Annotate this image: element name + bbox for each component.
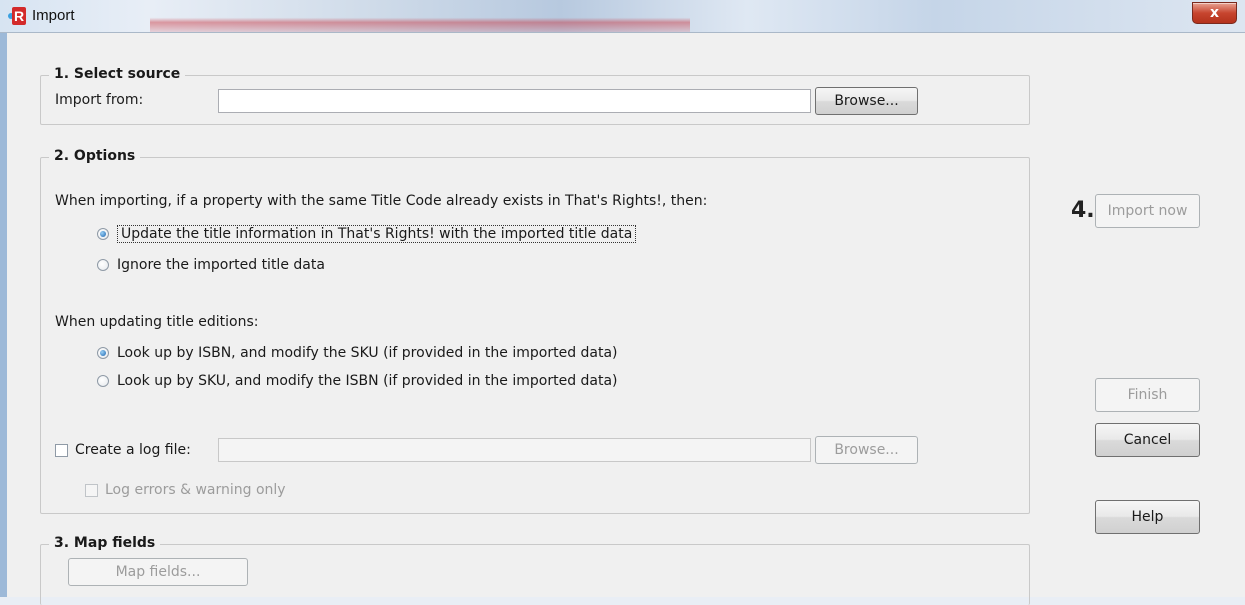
radio-lookup-isbn[interactable]: Look up by ISBN, and modify the SKU (if … [97,345,618,361]
title-bar-decoration [150,0,690,32]
cancel-button[interactable]: Cancel [1095,423,1200,457]
radio-lookup-sku-label: Look up by SKU, and modify the ISBN (if … [117,373,618,389]
log-errors-box[interactable] [85,483,98,497]
radio-lookup-sku[interactable]: Look up by SKU, and modify the ISBN (if … [97,373,618,389]
close-button[interactable]: x [1192,2,1237,24]
log-errors-label: Log errors & warning only [105,482,286,498]
radio-ignore-title[interactable]: Ignore the imported title data [97,257,325,273]
create-log-file-label: Create a log file: [75,442,191,458]
step-four-label: 4. [1071,198,1095,223]
import-now-button[interactable]: Import now [1095,194,1200,228]
duplicate-title-question: When importing, if a property with the s… [55,193,708,209]
app-logo-icon: R [8,7,26,25]
log-errors-checkbox[interactable]: Log errors & warning only [85,482,286,498]
editions-label: When updating title editions: [55,314,259,330]
window-title: Import [32,7,75,24]
radio-lookup-isbn-label: Look up by ISBN, and modify the SKU (if … [117,345,618,361]
map-fields-heading: 3. Map fields [49,535,161,551]
select-source-group: 1. Select source Import from: Browse... [40,66,1030,125]
import-from-input[interactable] [218,89,811,113]
close-icon: x [1209,5,1220,21]
options-group: 2. Options When importing, if a property… [40,148,1030,514]
import-dialog: R Import x 1. Select source Import from:… [0,0,1245,605]
import-from-label: Import from: [55,92,144,108]
radio-update-title[interactable]: Update the title information in That's R… [97,225,637,243]
radio-lookup-sku-button[interactable] [97,375,109,387]
title-bar: R Import x [0,0,1245,33]
radio-ignore-title-label: Ignore the imported title data [117,257,325,273]
map-fields-button[interactable]: Map fields... [68,558,248,586]
radio-update-title-button[interactable] [97,228,109,240]
app-logo-letter: R [12,7,26,25]
options-heading: 2. Options [49,148,141,164]
finish-button[interactable]: Finish [1095,378,1200,412]
map-fields-group: 3. Map fields Map fields... [40,535,1030,605]
radio-update-title-label: Update the title information in That's R… [117,225,637,243]
log-file-input[interactable] [218,438,811,462]
radio-ignore-title-button[interactable] [97,259,109,271]
select-source-heading: 1. Select source [49,66,186,82]
browse-source-button[interactable]: Browse... [815,87,918,115]
radio-lookup-isbn-button[interactable] [97,347,109,359]
create-log-file-checkbox[interactable]: Create a log file: [55,442,191,458]
browse-log-button[interactable]: Browse... [815,436,918,464]
help-button[interactable]: Help [1095,500,1200,534]
create-log-file-box[interactable] [55,443,68,457]
